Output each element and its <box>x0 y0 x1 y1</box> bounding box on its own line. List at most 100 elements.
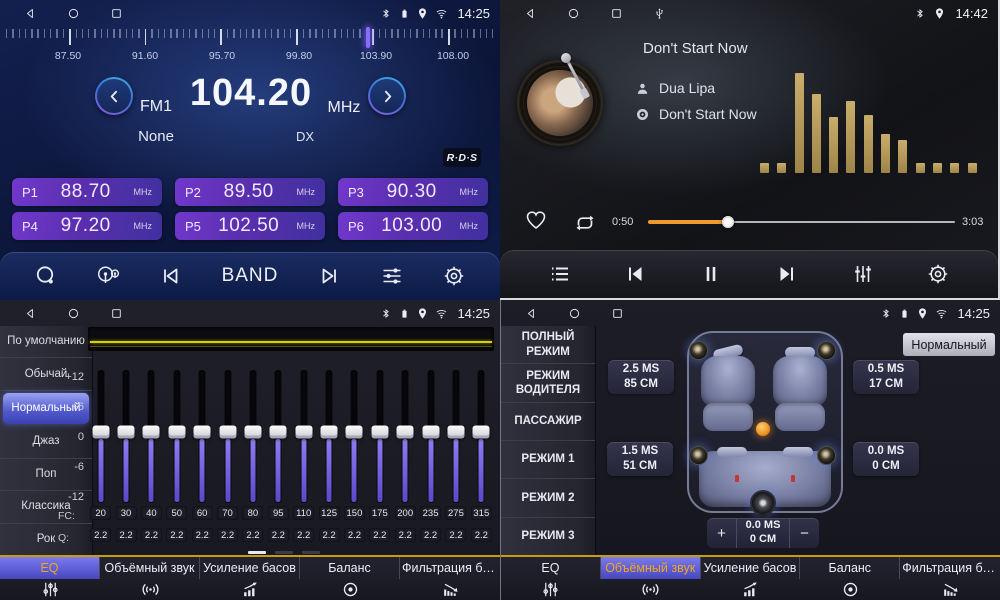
back-icon[interactable] <box>525 307 538 320</box>
tab-eq[interactable]: EQ <box>0 557 100 600</box>
previous-filled-button[interactable] <box>619 258 651 290</box>
slider-thumb[interactable] <box>92 425 109 438</box>
listening-mode-item[interactable]: РЕЖИМ 2 <box>501 479 595 517</box>
eq-preset-item[interactable]: По умолчанию <box>0 326 92 358</box>
eq-band-slider[interactable] <box>88 362 113 507</box>
eq-band-slider[interactable] <box>342 362 367 507</box>
preset-button-p6[interactable]: P6103.00MHz <box>338 212 488 240</box>
delay-increase-button[interactable]: + <box>707 518 736 548</box>
preset-button-p4[interactable]: P497.20MHz <box>12 212 162 240</box>
slider-thumb[interactable] <box>118 425 135 438</box>
recents-icon[interactable] <box>110 7 123 20</box>
rear-left-speaker-icon[interactable] <box>689 446 708 465</box>
eq-band-slider[interactable] <box>367 362 392 507</box>
eq-band-slider[interactable] <box>215 362 240 507</box>
recents-icon[interactable] <box>610 7 623 20</box>
home-icon[interactable] <box>67 307 80 320</box>
tab-filtering[interactable]: Фильтрация ба... <box>900 557 1000 600</box>
eq-band-slider[interactable] <box>139 362 164 507</box>
tab-surround-sound[interactable]: Объёмный звук <box>100 557 200 600</box>
rear-right-speaker-icon[interactable] <box>817 446 836 465</box>
eq-band-slider[interactable] <box>316 362 341 507</box>
eq-band-slider[interactable] <box>266 362 291 507</box>
slider-thumb[interactable] <box>346 425 363 438</box>
tab-bass-boost[interactable]: Усиление басов <box>701 557 801 600</box>
eq-band-slider[interactable] <box>190 362 215 507</box>
tab-bass-boost[interactable]: Усиление басов <box>200 557 300 600</box>
home-icon[interactable] <box>567 7 580 20</box>
tab-balance[interactable]: Баланс <box>300 557 400 600</box>
radio-stations-button[interactable] <box>92 260 124 292</box>
favorite-button[interactable] <box>524 208 548 232</box>
eq-vertical-sliders-button[interactable] <box>847 258 879 290</box>
recents-icon[interactable] <box>611 307 624 320</box>
scan-button[interactable] <box>30 260 62 292</box>
back-icon[interactable] <box>524 7 537 20</box>
listening-mode-item[interactable]: РЕЖИМ 1 <box>501 441 595 479</box>
slider-thumb[interactable] <box>168 425 185 438</box>
band-button[interactable]: BAND <box>216 264 285 288</box>
preset-button-p5[interactable]: P5102.50MHz <box>175 212 325 240</box>
listening-position-marker[interactable] <box>756 422 770 436</box>
subwoofer-icon[interactable] <box>750 490 776 516</box>
slider-thumb[interactable] <box>422 425 439 438</box>
listening-mode-item[interactable]: РЕЖИМ 3 <box>501 518 595 555</box>
slider-thumb[interactable] <box>219 425 236 438</box>
slider-thumb[interactable] <box>321 425 338 438</box>
eq-preset-item[interactable]: Рок <box>0 524 92 555</box>
next-button[interactable] <box>314 260 346 292</box>
front-left-speaker-icon[interactable] <box>689 341 708 360</box>
back-icon[interactable] <box>24 7 37 20</box>
delay-cm: 0 CM <box>872 460 899 474</box>
frequency-ruler[interactable] <box>6 29 494 51</box>
listening-mode-item[interactable]: РЕЖИМ ВОДИТЕЛЯ <box>501 364 595 402</box>
tab-surround-sound[interactable]: Объёмный звук <box>601 557 701 600</box>
listening-mode-item[interactable]: ПОЛНЫЙ РЕЖИМ <box>501 326 595 364</box>
delay-decrease-button[interactable]: − <box>790 518 819 548</box>
slider-thumb[interactable] <box>371 425 388 438</box>
preset-button-p3[interactable]: P390.30MHz <box>338 178 488 206</box>
tab-balance[interactable]: Баланс <box>800 557 900 600</box>
next-filled-button[interactable] <box>771 258 803 290</box>
eq-band-slider[interactable] <box>469 362 494 507</box>
slider-thumb[interactable] <box>194 425 211 438</box>
seek-thumb[interactable] <box>722 216 734 228</box>
eq-band-slider[interactable] <box>443 362 468 507</box>
ruler-tick <box>202 29 203 38</box>
playlist-button[interactable] <box>544 258 576 290</box>
eq-band-slider[interactable] <box>393 362 418 507</box>
settings-gear-button[interactable] <box>438 260 470 292</box>
home-icon[interactable] <box>568 307 581 320</box>
pause-button[interactable] <box>695 258 727 290</box>
recents-icon[interactable] <box>110 307 123 320</box>
slider-thumb[interactable] <box>270 425 287 438</box>
slider-thumb[interactable] <box>447 425 464 438</box>
eq-band-slider[interactable] <box>240 362 265 507</box>
slider-thumb[interactable] <box>397 425 414 438</box>
slider-thumb[interactable] <box>244 425 261 438</box>
slider-thumb[interactable] <box>143 425 160 438</box>
profile-button[interactable]: Нормальный <box>903 333 995 356</box>
tune-sliders-button[interactable] <box>376 260 408 292</box>
eq-band-slider[interactable] <box>291 362 316 507</box>
tab-filtering[interactable]: Фильтрация ба... <box>400 557 500 600</box>
tab-eq[interactable]: EQ <box>501 557 601 600</box>
seek-bar[interactable] <box>648 218 955 226</box>
front-right-speaker-icon[interactable] <box>817 341 836 360</box>
listening-mode-item[interactable]: ПАССАЖИР <box>501 403 595 441</box>
previous-button[interactable] <box>154 260 186 292</box>
slider-thumb[interactable] <box>473 425 490 438</box>
home-icon[interactable] <box>67 7 80 20</box>
eq-band-slider[interactable] <box>164 362 189 507</box>
back-icon[interactable] <box>24 307 37 320</box>
repeat-button[interactable] <box>572 210 598 236</box>
tune-up-button[interactable] <box>368 77 406 115</box>
preset-button-p2[interactable]: P289.50MHz <box>175 178 325 206</box>
eq-curve-shadow <box>90 346 492 347</box>
slider-thumb[interactable] <box>295 425 312 438</box>
settings-gear-button[interactable] <box>922 258 954 290</box>
preset-button-p1[interactable]: P188.70MHz <box>12 178 162 206</box>
eq-band-slider[interactable] <box>418 362 443 507</box>
repeat-icon <box>572 210 598 236</box>
eq-band-slider[interactable] <box>113 362 138 507</box>
